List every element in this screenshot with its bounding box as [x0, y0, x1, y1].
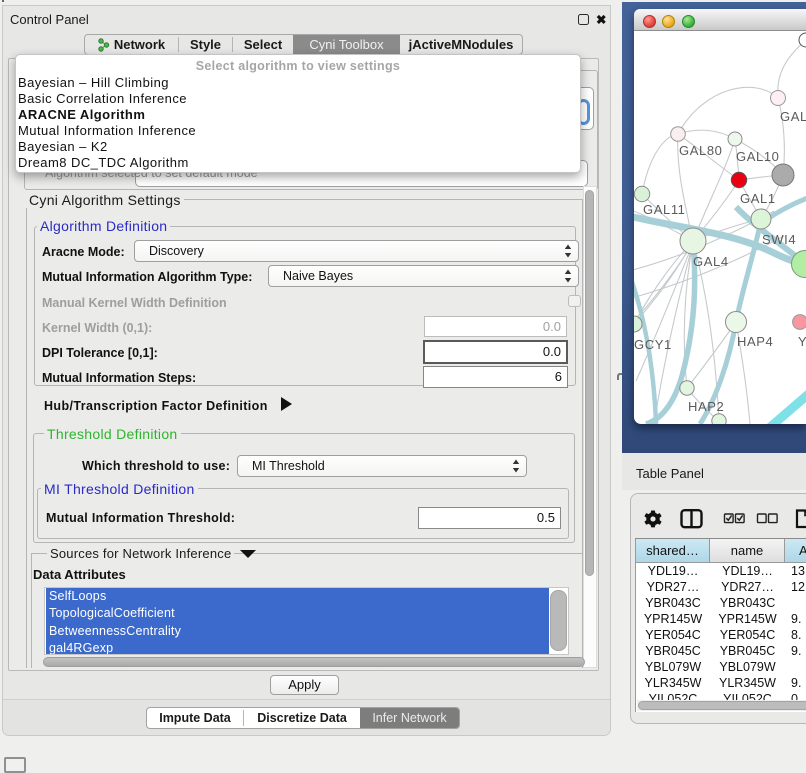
svg-text:SWI4: SWI4: [762, 232, 796, 247]
svg-text:GCY1: GCY1: [634, 337, 672, 352]
svg-text:Y: Y: [798, 334, 806, 349]
svg-text:GAL80: GAL80: [679, 143, 722, 158]
svg-text:GAL1: GAL1: [740, 191, 776, 206]
svg-text:GAL10: GAL10: [736, 149, 779, 164]
svg-text:GAL11: GAL11: [643, 202, 686, 217]
svg-text:GAL: GAL: [780, 109, 806, 124]
svg-text:HAP2: HAP2: [688, 399, 724, 414]
svg-text:HAP4: HAP4: [737, 334, 773, 349]
svg-text:GAL4: GAL4: [693, 254, 729, 269]
